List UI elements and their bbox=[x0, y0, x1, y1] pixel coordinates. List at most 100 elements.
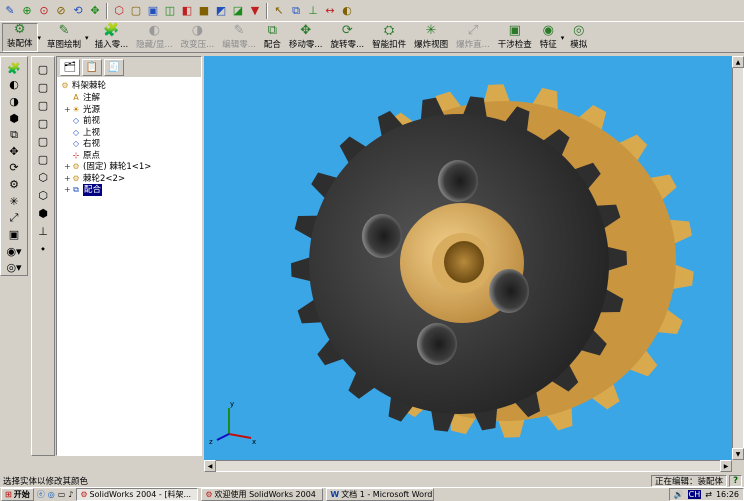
move-component-icon[interactable]: ✥ bbox=[5, 144, 23, 159]
volume-icon[interactable]: 🔊 bbox=[674, 490, 684, 499]
tree-item[interactable]: ◇ 右视 bbox=[64, 138, 100, 150]
scroll-left-icon[interactable]: ◀ bbox=[204, 460, 216, 472]
cmd-explode-line-button[interactable]: ⤢ 爆炸直... bbox=[452, 23, 494, 52]
view-iso-icon[interactable]: ⬡ bbox=[34, 169, 52, 185]
expand-icon[interactable]: + bbox=[64, 184, 71, 196]
select-icon[interactable]: ↖ bbox=[271, 3, 287, 19]
cmd-edit-component-button[interactable]: ✎ 编辑零... bbox=[218, 23, 260, 52]
view-dimetric-icon[interactable]: ⬢ bbox=[34, 205, 52, 221]
scroll-up-icon[interactable]: ▲ bbox=[732, 56, 744, 68]
expand-icon[interactable]: + bbox=[64, 173, 71, 185]
cmd-sketch-button[interactable]: ✎ 草图绘制 bbox=[43, 23, 85, 52]
taskbar-task[interactable]: W 文档 1 - Microsoft Word bbox=[326, 488, 435, 501]
hidden-lines-icon[interactable]: ▣ bbox=[145, 3, 161, 19]
appearance-icon[interactable]: ◐ bbox=[339, 3, 355, 19]
tree-item[interactable]: + ⧉ 配合 bbox=[64, 184, 103, 196]
chevron-down-icon[interactable]: ▾ bbox=[38, 34, 42, 42]
view-trimetric-icon[interactable]: ⬡ bbox=[34, 187, 52, 203]
taskbar-task[interactable]: ⚙ SolidWorks 2004 - [料架... bbox=[76, 488, 199, 501]
cmd-hide-show-button[interactable]: ◐ 隐藏/显... bbox=[132, 23, 176, 52]
interference-icon[interactable]: ▣ bbox=[5, 227, 23, 242]
section-icon[interactable]: ◪ bbox=[230, 3, 246, 19]
help-icon[interactable]: ? bbox=[729, 474, 742, 487]
sprocket-model[interactable]: z x y bbox=[204, 56, 732, 460]
vertical-scrollbar[interactable]: ▲ ▼ bbox=[732, 56, 744, 460]
edit-part-icon[interactable]: ⬢ bbox=[5, 111, 23, 126]
tab-property-manager[interactable]: 📋 bbox=[82, 59, 102, 76]
perspective-icon[interactable]: ◩ bbox=[213, 3, 229, 19]
quicklaunch-outlook-icon[interactable]: ◎ bbox=[48, 490, 55, 499]
view-back-icon[interactable]: ▢ bbox=[34, 79, 52, 95]
hide-show-icon[interactable]: ◐ bbox=[5, 78, 23, 93]
rotate-icon[interactable]: ⟲ bbox=[70, 3, 86, 19]
network-icon[interactable]: ⇄ bbox=[705, 490, 712, 499]
chevron-down-icon[interactable]: ▾ bbox=[561, 34, 565, 42]
cmd-interference-button[interactable]: ▣ 干涉检查 bbox=[494, 23, 536, 52]
expand-icon[interactable]: + bbox=[64, 104, 71, 116]
relation-icon[interactable]: ⊥ bbox=[305, 3, 321, 19]
tree-item[interactable]: ◇ 上视 bbox=[64, 127, 100, 139]
graphics-viewport[interactable]: z x y bbox=[204, 56, 732, 460]
view-right-icon[interactable]: ▢ bbox=[34, 115, 52, 131]
simulation-dropdown-icon[interactable]: ◎▾ bbox=[5, 260, 23, 275]
view-front-icon[interactable]: ▢ bbox=[34, 61, 52, 77]
quicklaunch-media-icon[interactable]: ♪ bbox=[68, 490, 73, 499]
start-button[interactable]: ⊞ 开始 bbox=[1, 488, 34, 501]
view-normal-icon[interactable]: ⊥ bbox=[34, 223, 52, 239]
view-bottom-icon[interactable]: ▢ bbox=[34, 151, 52, 167]
solidworks-icon: ⚙ bbox=[205, 490, 213, 499]
cmd-feature-button[interactable]: ◉ 特征 bbox=[536, 23, 561, 52]
tree-item[interactable]: ◇ 前视 bbox=[64, 115, 100, 127]
expand-icon[interactable]: + bbox=[64, 161, 71, 173]
mate-icon[interactable]: ⧉ bbox=[288, 3, 304, 19]
quicklaunch-desktop-icon[interactable]: ▭ bbox=[58, 490, 66, 499]
insert-component-icon[interactable]: 🧩 bbox=[5, 61, 23, 76]
tree-item[interactable]: + ⚙ 棘轮2<2> bbox=[64, 173, 125, 185]
hidden-removed-icon[interactable]: ◫ bbox=[162, 3, 178, 19]
smart-dim-icon[interactable]: ↔ bbox=[322, 3, 338, 19]
cmd-move-component-button[interactable]: ✥ 移动零... bbox=[285, 23, 327, 52]
smart-fastener-icon[interactable]: ⚙ bbox=[5, 177, 23, 192]
tree-root[interactable]: ⚙ 料架棘轮 bbox=[60, 80, 106, 92]
filter-icon[interactable]: ▼ bbox=[247, 3, 263, 19]
tab-feature-manager[interactable]: 🗂 bbox=[60, 59, 80, 76]
cmd-assembly-button[interactable]: ⚙ 装配体 bbox=[2, 23, 38, 52]
cmd-change-suppress-button[interactable]: ◑ 改变压... bbox=[177, 23, 219, 52]
view-top-icon[interactable]: ▢ bbox=[34, 133, 52, 149]
tree-item[interactable]: A 注解 bbox=[64, 92, 100, 104]
view-orient-icon[interactable]: ⬡ bbox=[111, 3, 127, 19]
chevron-down-icon[interactable]: ▾ bbox=[85, 34, 89, 42]
quicklaunch-ie-icon[interactable]: ⓔ bbox=[37, 489, 45, 500]
taskbar-task[interactable]: ⚙ 欢迎使用 SolidWorks 2004 bbox=[201, 488, 324, 501]
cmd-mate-button[interactable]: ⧉ 配合 bbox=[260, 23, 285, 52]
explode-icon[interactable]: ✳ bbox=[5, 194, 23, 209]
wireframe-icon[interactable]: ▢ bbox=[128, 3, 144, 19]
sketch-icon[interactable]: ✎ bbox=[2, 3, 18, 19]
cmd-smart-fastener-button[interactable]: ⛭ 智能扣件 bbox=[368, 23, 410, 52]
tree-item[interactable]: ⊹ 原点 bbox=[64, 150, 100, 162]
cmd-insert-component-button[interactable]: 🧩 插入零... bbox=[91, 23, 133, 52]
tree-item[interactable]: + ⚙ (固定) 棘轮1<1> bbox=[64, 161, 151, 173]
tab-configuration-manager[interactable]: 🧾 bbox=[104, 59, 124, 76]
suppress-icon[interactable]: ◑ bbox=[5, 94, 23, 109]
scroll-down-icon[interactable]: ▼ bbox=[732, 448, 744, 460]
pan-icon[interactable]: ✥ bbox=[87, 3, 103, 19]
mate-icon[interactable]: ⧉ bbox=[5, 127, 23, 142]
language-indicator[interactable]: CH bbox=[687, 490, 702, 499]
zoom-area-icon[interactable]: ⊙ bbox=[36, 3, 52, 19]
view-link-icon[interactable]: ⬩ bbox=[34, 241, 52, 257]
explode-line-icon[interactable]: ⤢ bbox=[5, 210, 23, 225]
cmd-simulation-button[interactable]: ◎ 模拟 bbox=[566, 23, 591, 52]
tree-item[interactable]: + ☀ 光源 bbox=[64, 104, 100, 116]
rotate-component-icon[interactable]: ⟳ bbox=[5, 161, 23, 176]
shaded-edges-icon[interactable]: ◧ bbox=[179, 3, 195, 19]
cmd-exploded-view-button[interactable]: ✳ 爆炸视图 bbox=[410, 23, 452, 52]
zoom-inout-icon[interactable]: ⊘ bbox=[53, 3, 69, 19]
zoom-fit-icon[interactable]: ⊕ bbox=[19, 3, 35, 19]
feature-dropdown-icon[interactable]: ◉▾ bbox=[5, 244, 23, 259]
cmd-rotate-component-button[interactable]: ⟳ 旋转零... bbox=[327, 23, 369, 52]
horizontal-scrollbar[interactable]: ◀ ▶ bbox=[204, 460, 732, 472]
scroll-right-icon[interactable]: ▶ bbox=[720, 460, 732, 472]
view-left-icon[interactable]: ▢ bbox=[34, 97, 52, 113]
shaded-icon[interactable]: ■ bbox=[196, 3, 212, 19]
